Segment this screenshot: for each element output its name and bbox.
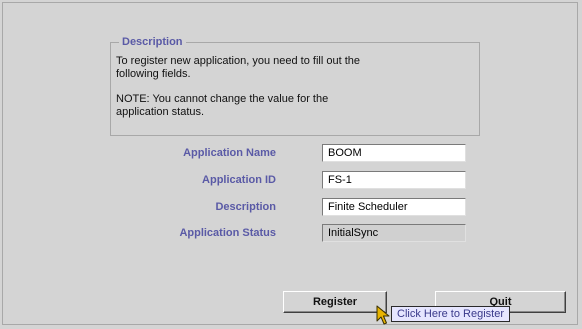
description-paragraph-note: NOTE: You cannot change the value for th… bbox=[116, 93, 329, 118]
application-status-field bbox=[322, 224, 466, 242]
application-name-label: Application Name bbox=[183, 147, 276, 159]
arrow-cursor-icon bbox=[376, 305, 390, 325]
application-status-row: Application Status bbox=[0, 224, 582, 244]
register-button[interactable]: Register bbox=[283, 291, 387, 313]
application-description-row: Description bbox=[0, 198, 582, 218]
application-id-label: Application ID bbox=[202, 174, 276, 186]
application-description-input[interactable] bbox=[322, 198, 466, 216]
register-tooltip: Click Here to Register bbox=[391, 306, 510, 322]
application-id-input[interactable] bbox=[322, 171, 466, 189]
description-legend: Description bbox=[119, 35, 186, 49]
application-description-label: Description bbox=[215, 201, 276, 213]
description-group: Description To register new application,… bbox=[110, 35, 480, 136]
application-name-row: Application Name bbox=[0, 144, 582, 164]
application-name-input[interactable] bbox=[322, 144, 466, 162]
description-paragraph-instructions: To register new application, you need to… bbox=[116, 55, 360, 80]
description-text: To register new application, you need to… bbox=[116, 55, 471, 119]
application-status-label: Application Status bbox=[179, 227, 276, 239]
application-id-row: Application ID bbox=[0, 171, 582, 191]
